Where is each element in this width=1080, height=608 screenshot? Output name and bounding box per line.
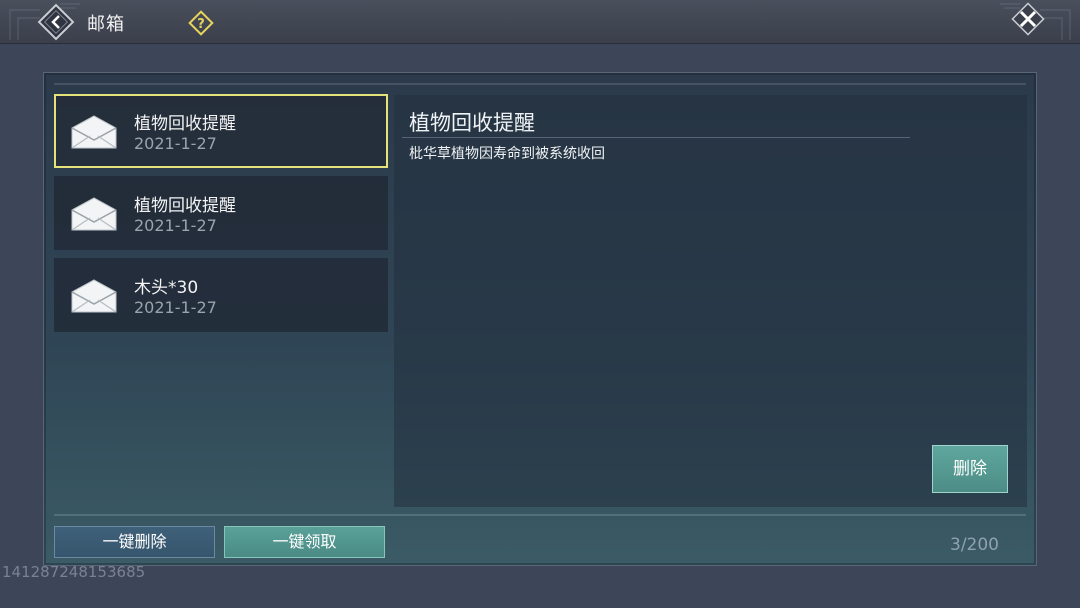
delete-all-button[interactable]: 一键删除 [54, 526, 215, 558]
envelope-icon [71, 279, 117, 313]
close-button[interactable] [1004, 0, 1052, 44]
top-bar: 邮箱 ? [0, 0, 1080, 44]
mail-title: 木头*30 [134, 278, 199, 298]
divider [54, 514, 1026, 516]
claim-all-button[interactable]: 一键领取 [224, 526, 385, 558]
svg-text:?: ? [197, 17, 205, 32]
mail-date: 2021-1-27 [134, 298, 217, 317]
help-button[interactable]: ? [188, 10, 214, 36]
mail-item[interactable]: 植物回收提醒 2021-1-27 [54, 94, 388, 168]
mail-detail: 植物回收提醒 枇华草植物因寿命到被系统收回 删除 [394, 95, 1027, 507]
user-id: 141287248153685 [2, 563, 146, 581]
mail-title: 植物回收提醒 [134, 196, 236, 216]
envelope-icon [71, 115, 117, 149]
page-title: 邮箱 [87, 14, 125, 35]
mail-date: 2021-1-27 [134, 134, 217, 153]
divider [402, 137, 910, 138]
mail-date: 2021-1-27 [134, 216, 217, 235]
mail-title: 植物回收提醒 [134, 114, 236, 134]
help-icon: ? [188, 10, 214, 36]
mail-item[interactable]: 木头*30 2021-1-27 [54, 258, 388, 332]
divider [54, 83, 1026, 85]
detail-body: 枇华草植物因寿命到被系统收回 [409, 146, 605, 162]
back-arrow-icon [37, 3, 75, 41]
detail-title: 植物回收提醒 [409, 111, 535, 135]
delete-button[interactable]: 删除 [932, 445, 1008, 493]
mail-panel: 植物回收提醒 2021-1-27 植物回收提醒 2021-1-27 木头*30 … [43, 72, 1037, 566]
mail-item[interactable]: 植物回收提醒 2021-1-27 [54, 176, 388, 250]
close-icon [1011, 2, 1045, 36]
mail-count: 3/200 [950, 535, 999, 555]
back-button[interactable] [36, 2, 76, 42]
envelope-icon [71, 197, 117, 231]
